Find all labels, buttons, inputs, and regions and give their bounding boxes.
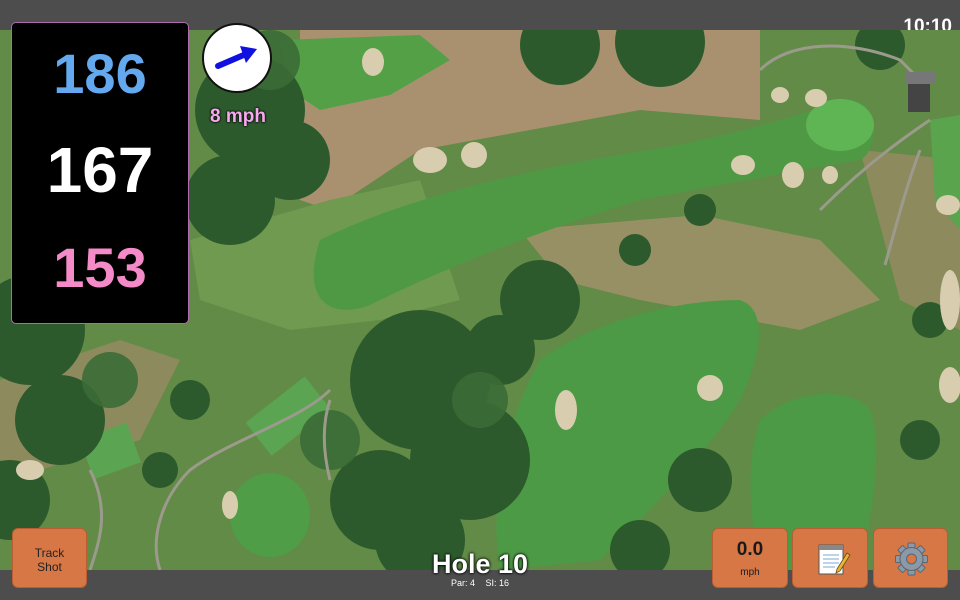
middle-distance: 167 — [46, 134, 154, 206]
settings-button[interactable] — [873, 528, 948, 588]
hole-stroke-index: SI: 16 — [485, 578, 510, 588]
hole-par: Par: 4 — [450, 578, 475, 588]
speed-unit: mph — [740, 567, 760, 578]
track-shot-label-line2: Shot — [37, 560, 62, 574]
hole-info: Par: 4 SI: 16 — [380, 578, 580, 588]
wind-speed: 8 mph — [210, 106, 266, 127]
notepad-icon — [818, 544, 851, 575]
front-distance: 153 — [53, 236, 147, 299]
distance-panel: 186 167 153 — [11, 22, 189, 324]
track-shot-label-line1: Track — [34, 546, 65, 560]
gear-icon — [895, 542, 928, 576]
back-distance: 186 — [53, 42, 147, 105]
notes-button[interactable] — [792, 528, 868, 588]
arrow-right-icon — [215, 46, 257, 69]
hole-title: Hole 10 — [431, 549, 529, 579]
track-shot-button[interactable]: Track Shot — [12, 528, 87, 588]
wind-indicator — [202, 23, 272, 93]
speed-value: 0.0 — [736, 539, 764, 560]
speed-button[interactable]: 0.0 mph — [712, 528, 788, 588]
